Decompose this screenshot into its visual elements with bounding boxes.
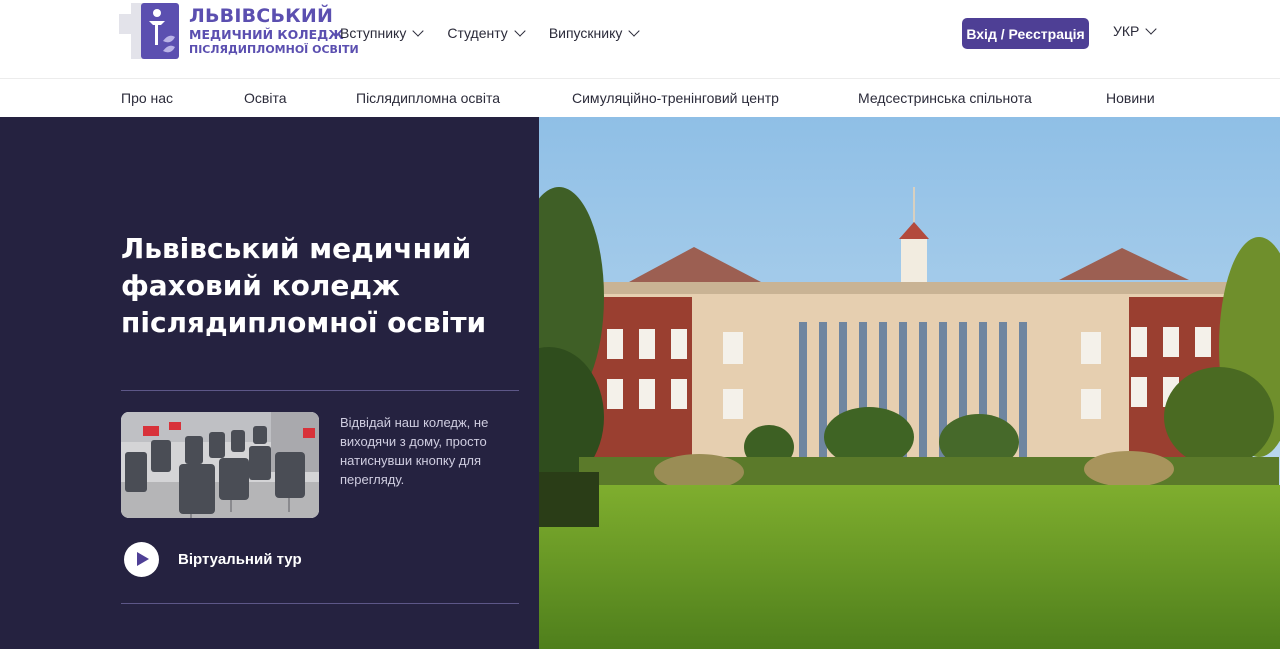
language-label: УКР [1113,23,1140,39]
hero-image [539,117,1280,649]
language-selector[interactable]: УКР [1113,23,1158,39]
divider [121,390,519,391]
play-icon [137,552,149,566]
site-logo[interactable]: ЛЬВІВСЬКИЙ МЕДИЧНИЙ КОЛЕДЖ ПІСЛЯДИПЛОМНО… [119,0,359,62]
logo-cross-icon [119,1,179,61]
chevron-down-icon [514,25,526,37]
logo-line-3: ПІСЛЯДИПЛОМНОЇ ОСВІТИ [189,42,359,56]
main-nav: Вступнику Студенту Випускнику [340,23,663,43]
top-header: ЛЬВІВСЬКИЙ МЕДИЧНИЙ КОЛЕДЖ ПІСЛЯДИПЛОМНО… [0,0,1280,79]
subnav-postgraduate[interactable]: Післядипломна освіта [356,90,500,106]
secondary-nav: Про нас Освіта Післядипломна освіта Симу… [0,80,1280,117]
subnav-about[interactable]: Про нас [121,90,173,106]
nav-item-graduate[interactable]: Випускнику [548,23,641,43]
divider [121,603,519,604]
chevron-down-icon [412,25,424,37]
subnav-nursing-community[interactable]: Медсестринська спільнота [858,90,1032,106]
chevron-down-icon [628,25,641,37]
hero-title: Львівський медичний фаховий коледж після… [121,232,487,339]
play-button[interactable] [124,542,159,577]
nav-item-student[interactable]: Студенту [447,23,526,43]
virtual-tour-description: Відвідай наш коледж, не виходячи з дому,… [340,415,489,487]
logo-line-1: ЛЬВІВСЬКИЙ [189,5,334,28]
subnav-news[interactable]: Новини [1106,90,1155,106]
nav-item-label: Вступнику [340,25,407,41]
chevron-down-icon [1145,23,1158,35]
virtual-tour-thumbnail[interactable] [121,412,319,518]
login-register-button[interactable]: Вхід / Реєстрація [962,18,1089,49]
subnav-simulation-center[interactable]: Симуляційно-тренінговий центр [572,90,779,106]
virtual-tour-link[interactable]: Віртуальний тур [178,551,302,568]
hero-panel: Львівський медичний фаховий коледж після… [0,117,539,649]
logo-line-2: МЕДИЧНИЙ КОЛЕДЖ [189,27,344,43]
nav-item-label: Студенту [447,25,508,41]
subnav-education[interactable]: Освіта [244,90,286,106]
nav-item-applicant[interactable]: Вступнику [340,23,424,43]
nav-item-label: Випускнику [548,25,623,41]
logo-text: ЛЬВІВСЬКИЙ МЕДИЧНИЙ КОЛЕДЖ ПІСЛЯДИПЛОМНО… [189,7,359,55]
